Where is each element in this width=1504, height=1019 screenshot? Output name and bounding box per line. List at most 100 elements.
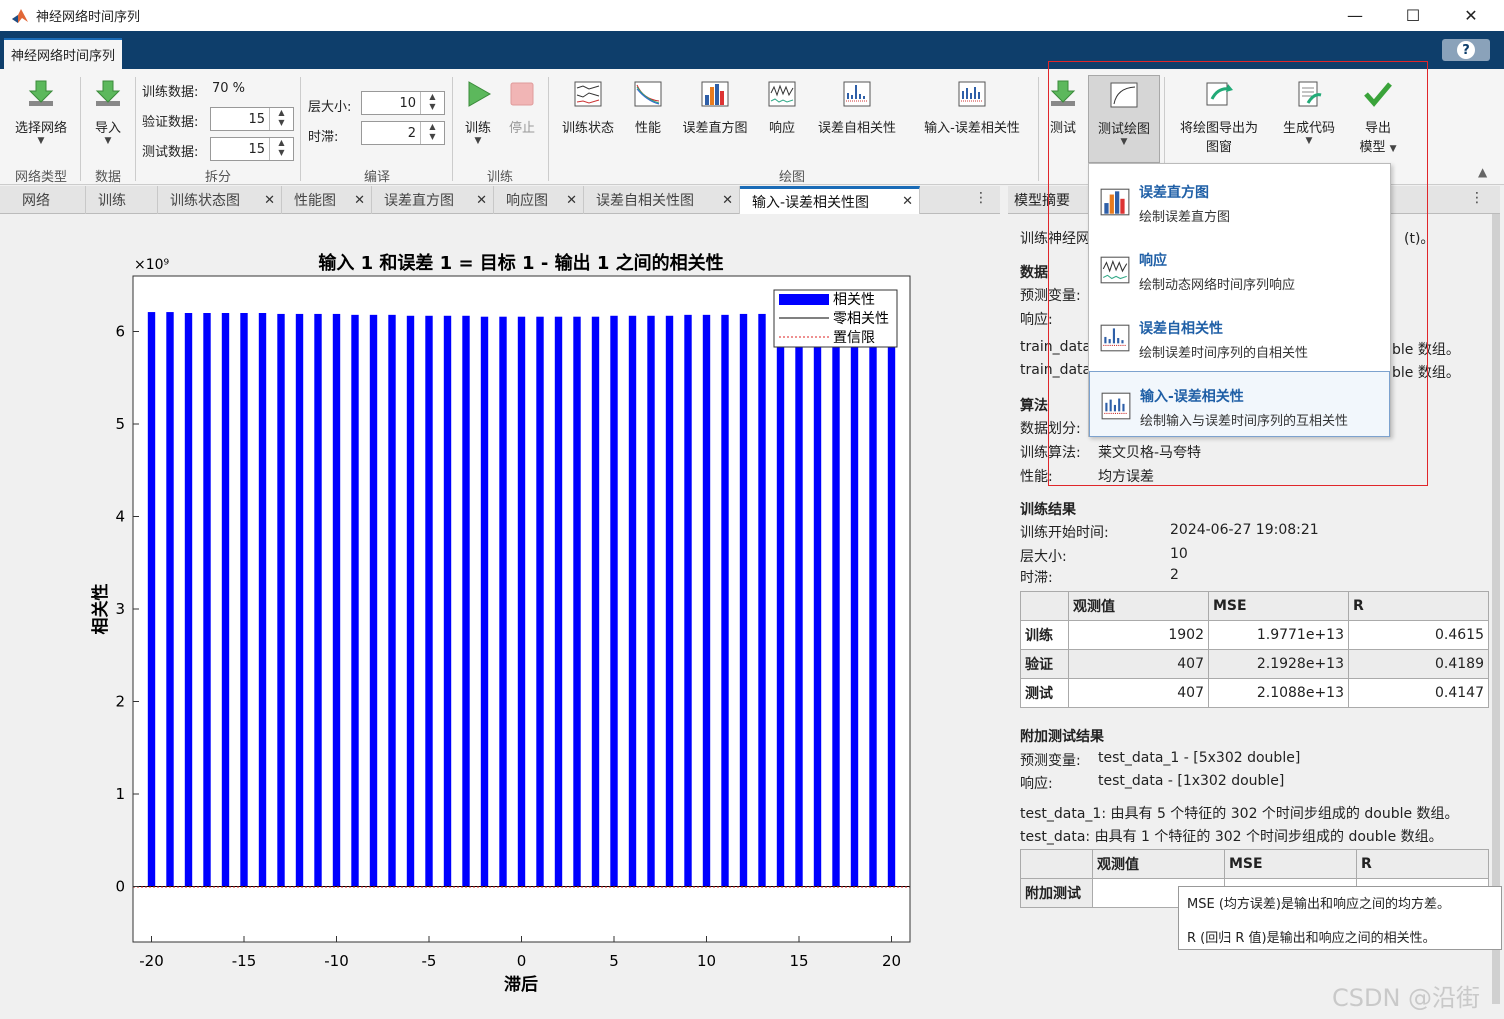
- train-button[interactable]: 训练 ▼: [458, 79, 498, 146]
- menu-item-desc: 绘制输入与误差时间序列的互相关性: [1140, 414, 1349, 429]
- correlation-chart[interactable]: -20 -15 -10 -5 0 5 10 15 20 0 1 2 3 4 5 6 输入 1 和误差 1 = …: [0, 214, 1004, 1019]
- train-state-plot-icon: [574, 81, 602, 107]
- performance-button[interactable]: 性能: [628, 79, 668, 136]
- layer-size-input[interactable]: 10: [399, 96, 416, 111]
- close-icon[interactable]: ✕: [354, 193, 365, 208]
- col-header-mse: MSE: [1208, 591, 1349, 621]
- correlation-bar: [869, 312, 877, 887]
- maximize-button[interactable]: ☐: [1384, 0, 1442, 31]
- test-data-spinner[interactable]: 15 ▲ ▼: [210, 137, 294, 161]
- correlation-bar: [647, 315, 655, 887]
- stop-button[interactable]: 停止: [502, 79, 542, 136]
- close-button[interactable]: ✕: [1442, 0, 1500, 31]
- test-plot-button[interactable]: 测试绘图 ▼: [1088, 75, 1160, 163]
- menu-item-input-error-corr[interactable]: 输入-误差相关性 绘制输入与误差时间序列的互相关性: [1089, 371, 1390, 437]
- spinner-arrows-icon[interactable]: ▲ ▼: [269, 138, 293, 160]
- extra-response-label: 响应:: [1020, 776, 1053, 792]
- extra-test-heading: 附加测试结果: [1020, 729, 1104, 745]
- spinner-arrows-icon[interactable]: ▲ ▼: [420, 122, 444, 144]
- error-histogram-button[interactable]: 误差直方图: [676, 79, 754, 136]
- tab-response-plot[interactable]: 响应图 ✕: [494, 186, 584, 214]
- more-tabs-icon[interactable]: ⋮: [974, 190, 988, 206]
- tab-error-autocorr-plot[interactable]: 误差自相关性图 ✕: [584, 186, 740, 214]
- tab-training[interactable]: 训练: [86, 186, 158, 214]
- close-icon[interactable]: ✕: [264, 193, 275, 208]
- generate-code-button[interactable]: 生成代码 ▼: [1276, 79, 1342, 146]
- performance-plot-icon: [634, 81, 662, 107]
- select-network-button[interactable]: 选择网络 ▼: [8, 79, 74, 146]
- crosscorrelation-icon: [958, 81, 986, 107]
- tab-error-histogram[interactable]: 误差直方图 ✕: [372, 186, 494, 214]
- layer-size-spinner[interactable]: 10 ▲ ▼: [361, 91, 445, 115]
- tab-input-error-corr-plot[interactable]: 输入-误差相关性图 ✕: [740, 186, 920, 214]
- y-axis-exponent: ×10⁹: [134, 257, 170, 273]
- train-data-line-2: train_data: [1020, 362, 1092, 378]
- algorithm-heading: 算法: [1020, 398, 1048, 414]
- correlation-bar: [480, 316, 489, 887]
- menu-item-error-autocorr[interactable]: 误差自相关性 绘制误差时间序列的自相关性: [1089, 304, 1390, 370]
- menu-item-response[interactable]: 响应 绘制动态网络时间序列响应: [1089, 236, 1390, 302]
- performance-label: 性能:: [1020, 469, 1053, 485]
- tooltip-line-mse: MSE (均方误差)是输出和响应之间的均方差。: [1187, 897, 1450, 912]
- close-icon[interactable]: ✕: [902, 194, 913, 209]
- algorithm-value: 莱文贝格-马夸特: [1098, 445, 1202, 461]
- menu-item-desc: 绘制动态网络时间序列响应: [1139, 278, 1296, 293]
- collapse-ribbon-icon[interactable]: ▲: [1478, 165, 1487, 179]
- tab-performance-plot[interactable]: 性能图 ✕: [282, 186, 372, 214]
- extra-line-1: test_data_1: 由具有 5 个特征的 302 个时间步组成的 doub…: [1020, 806, 1459, 822]
- chevron-down-icon: ▼: [1305, 136, 1313, 146]
- metrics-tooltip: MSE (均方误差)是输出和响应之间的均方差。 R (回归 R 值)是输出和响应…: [1178, 886, 1502, 950]
- delay-spinner[interactable]: 2 ▲ ▼: [361, 121, 445, 145]
- spinner-arrows-icon[interactable]: ▲ ▼: [269, 108, 293, 130]
- y-tick-label: 1: [115, 785, 125, 803]
- correlation-bar: [721, 314, 729, 887]
- train-label: 训练: [464, 121, 491, 136]
- import-button[interactable]: 导入 ▼: [86, 79, 130, 146]
- test-data-input[interactable]: 15: [248, 142, 265, 157]
- training-result-heading: 训练结果: [1020, 502, 1076, 518]
- correlation-bar: [203, 313, 211, 887]
- close-icon[interactable]: ✕: [566, 193, 577, 208]
- export-plot-button[interactable]: 将绘图导出为 图窗: [1170, 79, 1268, 155]
- export-model-label-2: 模型: [1359, 140, 1386, 155]
- correlation-bar: [369, 314, 378, 887]
- correlation-bar: [443, 315, 452, 887]
- export-model-button[interactable]: 导出 模型 ▼: [1350, 79, 1406, 155]
- correlation-bar: [776, 313, 785, 887]
- test-button[interactable]: 测试: [1044, 79, 1082, 136]
- correlation-bar: [425, 315, 433, 887]
- import-label: 导入: [94, 121, 121, 136]
- chevron-down-icon: ▼: [474, 136, 482, 146]
- input-error-corr-button[interactable]: 输入-误差相关性: [914, 79, 1030, 136]
- tab-network[interactable]: 网络: [10, 186, 86, 214]
- train-state-label: 训练状态: [561, 121, 614, 136]
- layer-size-value: 10: [1170, 546, 1188, 562]
- help-button[interactable]: ?: [1442, 39, 1490, 61]
- train-state-button[interactable]: 训练状态: [556, 79, 620, 136]
- val-data-input[interactable]: 15: [248, 112, 265, 127]
- minimize-button[interactable]: —: [1326, 0, 1384, 31]
- correlation-bar: [536, 316, 544, 887]
- close-icon[interactable]: ✕: [722, 193, 733, 208]
- app-tab[interactable]: 神经网络时间序列: [4, 38, 123, 69]
- y-axis-label: 相关性: [90, 584, 111, 635]
- correlation-bar: [351, 314, 359, 887]
- table-row: 训练 1902 1.9771e+13 0.4615: [1020, 620, 1489, 650]
- stop-icon: [510, 82, 534, 106]
- spinner-arrows-icon[interactable]: ▲ ▼: [420, 92, 444, 114]
- col-header-obs: 观测值: [1068, 591, 1209, 621]
- close-icon[interactable]: ✕: [476, 193, 487, 208]
- row-name: 验证: [1020, 649, 1069, 679]
- delay-label: 时滞:: [1020, 570, 1053, 586]
- more-options-icon[interactable]: ⋮: [1470, 190, 1484, 206]
- cell-r: 0.4189: [1348, 649, 1489, 679]
- delay-input[interactable]: 2: [408, 126, 416, 141]
- val-data-spinner[interactable]: 15 ▲ ▼: [210, 107, 294, 131]
- response-button[interactable]: 响应: [762, 79, 802, 136]
- error-autocorr-button[interactable]: 误差自相关性: [810, 79, 904, 136]
- menu-item-error-histogram[interactable]: 误差直方图 绘制误差直方图: [1089, 168, 1390, 234]
- tab-label: 误差直方图: [384, 193, 454, 209]
- delay-value: 2: [1170, 567, 1179, 583]
- tab-train-state-plot[interactable]: 训练状态图 ✕: [158, 186, 282, 214]
- table-corner: [1020, 849, 1093, 879]
